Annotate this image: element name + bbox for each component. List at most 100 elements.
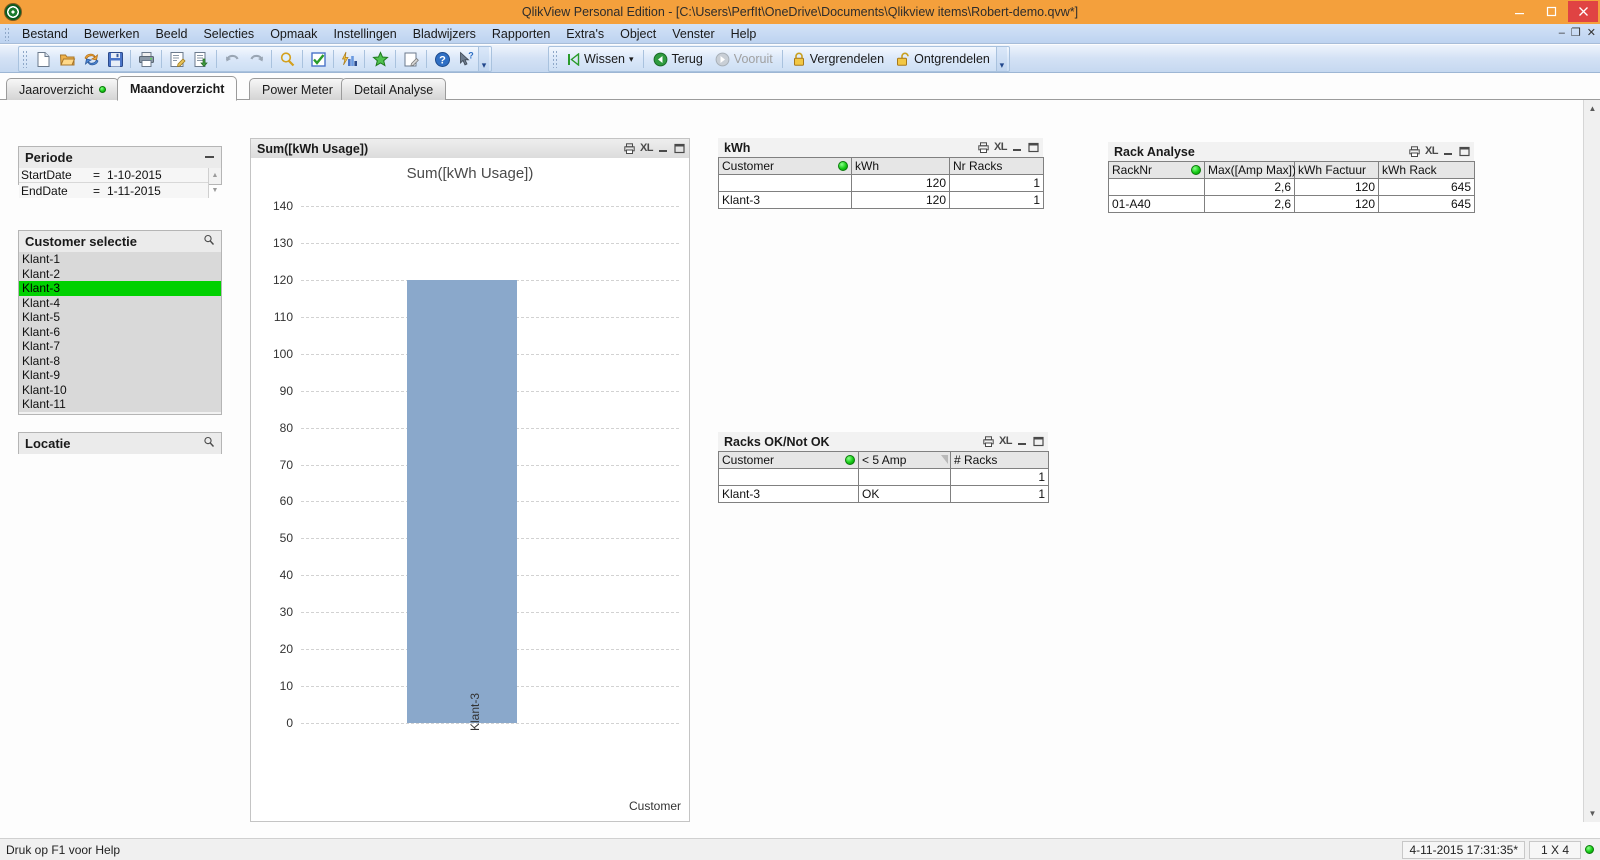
- document-restore-button[interactable]: ❐: [1571, 28, 1581, 39]
- table-cell-amp[interactable]: [858, 468, 951, 486]
- customer-list-item[interactable]: Klant-4: [19, 295, 221, 310]
- magnifier-icon[interactable]: [203, 436, 215, 451]
- edit-script-icon[interactable]: [165, 48, 189, 70]
- table-row[interactable]: 01-A40 2,6 120 645: [1108, 195, 1475, 213]
- reload-icon[interactable]: [79, 48, 103, 70]
- minimize-icon[interactable]: [204, 151, 215, 165]
- menu-beeld[interactable]: Beeld: [147, 25, 195, 43]
- table-cell-amp-max[interactable]: 2,6: [1204, 195, 1295, 213]
- nav-toolbar-grip-handle[interactable]: [552, 50, 558, 68]
- navigation-toolbar-overflow-button[interactable]: ▾: [995, 47, 1007, 71]
- tab-detail-analyse[interactable]: Detail Analyse: [341, 78, 447, 100]
- minimize-icon[interactable]: [1012, 142, 1023, 153]
- enddate-value[interactable]: 1-11-2015: [107, 184, 208, 198]
- table-cell-kwh[interactable]: 120: [851, 191, 950, 209]
- maximize-icon[interactable]: [674, 143, 685, 154]
- menu-help[interactable]: Help: [723, 25, 765, 43]
- help-icon[interactable]: ?: [430, 48, 454, 70]
- menu-bestand[interactable]: Bestand: [14, 25, 76, 43]
- table-cell-nr-racks[interactable]: 1: [949, 174, 1044, 192]
- rack-col-racknr[interactable]: RackNr: [1108, 161, 1205, 179]
- table-cell-customer[interactable]: [718, 174, 852, 192]
- customer-list-item[interactable]: Klant-8: [19, 353, 221, 368]
- table-cell-racknr[interactable]: [1108, 178, 1205, 196]
- menu-extras[interactable]: Extra's: [558, 25, 612, 43]
- rack-analyse-table[interactable]: RackNr Max([Amp Max]) kWh Factuur kWh Ra…: [1108, 161, 1475, 213]
- table-cell-amp-max[interactable]: 2,6: [1204, 178, 1295, 196]
- menu-rapporten[interactable]: Rapporten: [484, 25, 558, 43]
- magnifier-icon[interactable]: [203, 234, 215, 249]
- redo-icon[interactable]: [244, 48, 268, 70]
- print-icon[interactable]: [1409, 146, 1420, 157]
- undo-icon[interactable]: [220, 48, 244, 70]
- tab-power-meter[interactable]: Power Meter: [249, 78, 346, 100]
- toolbar-grip-handle[interactable]: [22, 50, 28, 68]
- table-row[interactable]: 1: [718, 468, 1049, 486]
- table-row[interactable]: 120 1: [718, 174, 1044, 192]
- periode-scroll-up-icon[interactable]: ▲: [208, 168, 221, 183]
- barchart-icon[interactable]: [337, 48, 361, 70]
- back-button[interactable]: Terug: [647, 49, 709, 70]
- table-cell-customer[interactable]: [718, 468, 859, 486]
- menu-opmaak[interactable]: Opmaak: [262, 25, 325, 43]
- menu-bladwijzers[interactable]: Bladwijzers: [405, 25, 484, 43]
- periode-scroll-down-icon[interactable]: ▼: [208, 183, 221, 198]
- export-to-excel-icon[interactable]: XL: [640, 143, 654, 154]
- tab-jaaroverzicht[interactable]: Jaaroverzicht: [6, 78, 120, 100]
- table-cell-racks[interactable]: 1: [950, 468, 1049, 486]
- kwh-table[interactable]: Customer kWh Nr Racks 120 1 Klant-3 120 1: [718, 157, 1044, 209]
- rack-col-kwh-factuur[interactable]: kWh Factuur: [1294, 161, 1379, 179]
- table-cell-kwh-factuur[interactable]: 120: [1294, 178, 1379, 196]
- edit-module-icon[interactable]: [399, 48, 423, 70]
- scroll-down-icon[interactable]: ▼: [1584, 805, 1600, 822]
- table-cell-customer[interactable]: Klant-3: [718, 191, 852, 209]
- minimize-button[interactable]: [1504, 1, 1534, 22]
- canvas-vertical-scrollbar[interactable]: ▲ ▼: [1583, 100, 1600, 822]
- racks-ok-table[interactable]: Customer < 5 Amp # Racks 1 Klant-3 OK 1: [718, 451, 1049, 503]
- menu-venster[interactable]: Venster: [664, 25, 722, 43]
- standard-toolbar-overflow-button[interactable]: ▾: [478, 47, 489, 71]
- lock-selections-button[interactable]: Vergrendelen: [786, 49, 890, 69]
- close-button[interactable]: [1568, 1, 1598, 22]
- print-icon[interactable]: [134, 48, 158, 70]
- table-cell-nr-racks[interactable]: 1: [949, 191, 1044, 209]
- maximize-icon[interactable]: [1459, 146, 1470, 157]
- table-row[interactable]: Klant-3 120 1: [718, 191, 1044, 209]
- customer-list-item[interactable]: Klant-1: [19, 252, 221, 267]
- document-close-button[interactable]: ✕: [1587, 28, 1596, 39]
- scroll-up-icon[interactable]: ▲: [1584, 100, 1600, 117]
- customer-list-item[interactable]: Klant-6: [19, 324, 221, 339]
- maximize-icon[interactable]: [1028, 142, 1039, 153]
- clear-selections-dropdown-icon[interactable]: ▾: [629, 54, 634, 65]
- table-cell-racknr[interactable]: 01-A40: [1108, 195, 1205, 213]
- customer-list-item[interactable]: Klant-2: [19, 266, 221, 281]
- customer-list-item[interactable]: Klant-11: [19, 397, 221, 412]
- table-row[interactable]: 2,6 120 645: [1108, 178, 1475, 196]
- racks-ok-col-customer[interactable]: Customer: [718, 451, 859, 469]
- export-to-excel-icon[interactable]: XL: [999, 436, 1013, 447]
- table-cell-customer[interactable]: Klant-3: [718, 485, 859, 503]
- menu-instellingen[interactable]: Instellingen: [325, 25, 404, 43]
- table-cell-kwh-rack[interactable]: 645: [1378, 195, 1475, 213]
- context-help-icon[interactable]: ?: [454, 48, 478, 70]
- search-icon[interactable]: [275, 48, 299, 70]
- export-to-excel-icon[interactable]: XL: [1425, 146, 1439, 157]
- rack-col-amp-max[interactable]: Max([Amp Max]): [1204, 161, 1296, 179]
- table-row[interactable]: Klant-3 OK 1: [718, 485, 1049, 503]
- tab-maandoverzicht[interactable]: Maandoverzicht: [117, 76, 238, 101]
- save-icon[interactable]: [103, 48, 127, 70]
- table-cell-kwh-factuur[interactable]: 120: [1294, 195, 1379, 213]
- current-selections-icon[interactable]: [306, 48, 330, 70]
- table-cell-amp[interactable]: OK: [858, 485, 951, 503]
- table-cell-racks[interactable]: 1: [950, 485, 1049, 503]
- maximize-icon[interactable]: [1033, 436, 1044, 447]
- new-document-icon[interactable]: [31, 48, 55, 70]
- minimize-icon[interactable]: [1443, 146, 1454, 157]
- startdate-value[interactable]: 1-10-2015: [107, 168, 208, 182]
- print-icon[interactable]: [983, 436, 994, 447]
- customer-list-item[interactable]: Klant-9: [19, 368, 221, 383]
- maximize-button[interactable]: [1536, 1, 1566, 22]
- kwh-col-nr-racks[interactable]: Nr Racks: [949, 157, 1044, 175]
- print-icon[interactable]: [978, 142, 989, 153]
- periode-row-startdate[interactable]: StartDate = 1-10-2015: [19, 168, 208, 183]
